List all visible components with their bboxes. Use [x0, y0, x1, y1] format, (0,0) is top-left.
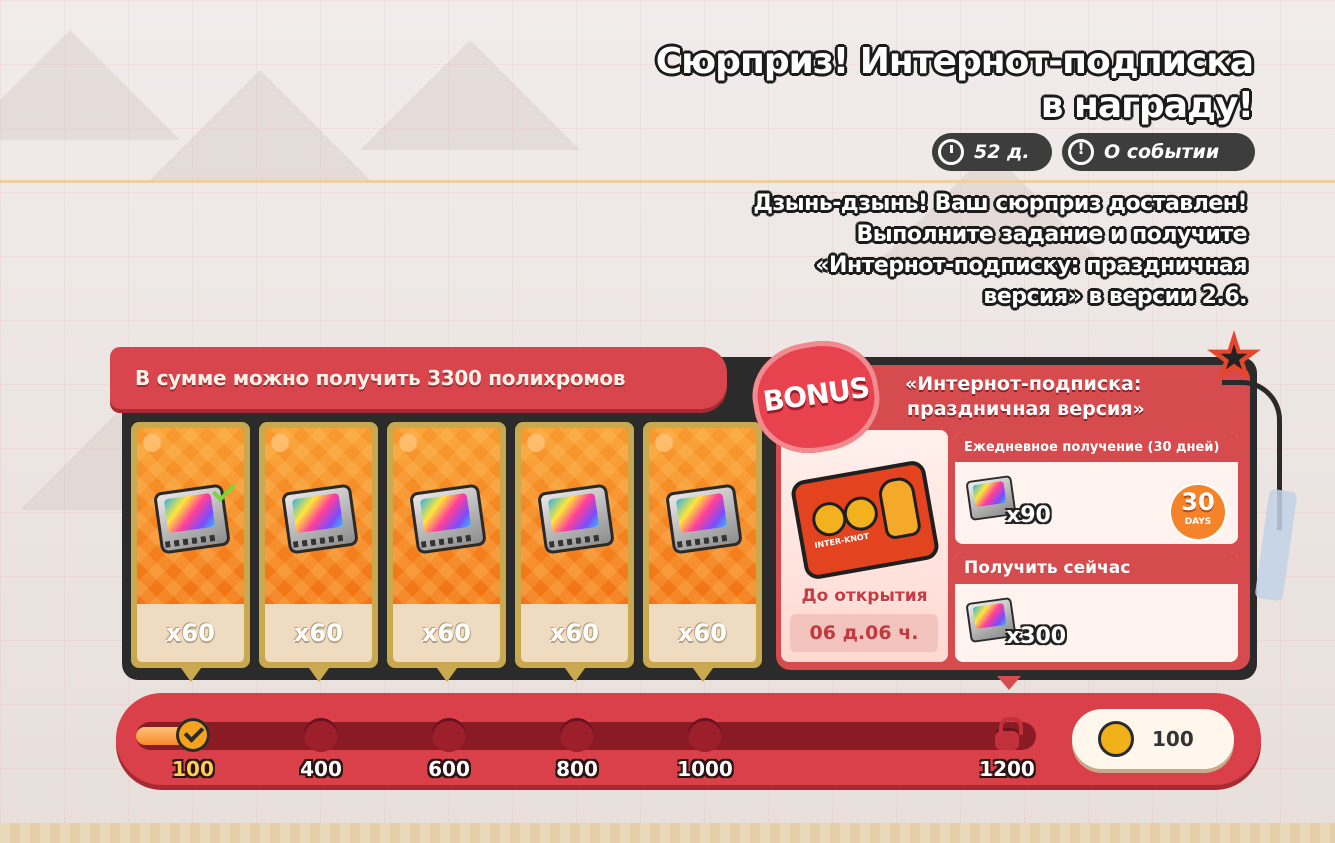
instant-reward-header: Получить сейчас — [955, 552, 1238, 584]
days-badge: 30 DAYS — [1168, 482, 1228, 542]
daily-reward-header: Ежедневное получение (30 дней) — [955, 432, 1238, 462]
polychrome-film-icon — [409, 483, 487, 555]
bonus-title: «Интернот-подписка: праздничная версия» — [905, 372, 1205, 422]
smiley-icon — [655, 434, 673, 452]
timer-pill: 52 д. — [932, 133, 1052, 171]
polychrome-film-icon — [281, 483, 359, 555]
event-title-line1: Сюрприз! Интернот-подписка — [655, 41, 1254, 82]
bottom-strip — [0, 823, 1335, 843]
days-word: DAYS — [1184, 517, 1212, 527]
event-coin-icon — [1098, 721, 1134, 757]
reward-card[interactable]: x60 — [515, 422, 634, 682]
reward-amount: x60 — [265, 604, 372, 662]
open-countdown-time: 06 д.06 ч. — [790, 614, 938, 652]
card-pointer — [180, 668, 201, 682]
description-line: Выполните задание и получите — [856, 222, 1247, 247]
bg-shape — [360, 40, 580, 150]
event-description: Дзынь-дзынь! Ваш сюрприз доставлен! Выпо… — [753, 188, 1247, 312]
total-rewards-text: В сумме можно получить 3300 полихромов — [135, 366, 626, 390]
timer-text: 52 д. — [974, 141, 1030, 163]
inter-knot-chest-icon: INTER-KNOT — [789, 458, 941, 582]
days-number: 30 — [1181, 488, 1215, 516]
event-points-counter[interactable]: 100 — [1072, 709, 1234, 769]
reward-cards: x60 x60 x60 x60 x60 — [131, 422, 762, 682]
instant-reward-amount: x300 — [1006, 624, 1067, 649]
milestone-label: 400 — [300, 757, 342, 781]
event-points-value: 100 — [1152, 727, 1194, 751]
reward-amount: x60 — [137, 604, 244, 662]
clock-icon — [938, 139, 964, 165]
polychrome-film-icon — [665, 483, 743, 555]
milestone-node[interactable] — [560, 718, 594, 752]
reward-card[interactable]: x60 — [131, 422, 250, 682]
milestone-check-icon[interactable] — [176, 718, 210, 752]
daily-reward-amount: x90 — [1006, 503, 1051, 528]
milestone-label: 1000 — [677, 757, 733, 781]
polychrome-film-icon — [537, 483, 615, 555]
bonus-title-line2: праздничная версия» — [907, 398, 1145, 420]
card-pointer — [692, 668, 713, 682]
milestone-lock-icon[interactable] — [995, 717, 1023, 750]
description-line: версия» в версии 2.6. — [983, 284, 1247, 309]
smiley-icon — [271, 434, 289, 452]
card-pointer — [308, 668, 329, 682]
smiley-icon — [399, 434, 417, 452]
reward-card[interactable]: x60 — [259, 422, 378, 682]
bonus-pointer — [997, 676, 1021, 690]
reward-amount: x60 — [521, 604, 628, 662]
bonus-title-line1: «Интернот-подписка: — [905, 373, 1142, 395]
card-pointer — [564, 668, 585, 682]
about-event-label: О событии — [1104, 141, 1220, 163]
event-title: Сюрприз! Интернот-подписка в награду! — [655, 40, 1254, 128]
about-event-button[interactable]: О событии — [1062, 133, 1255, 171]
event-title-line2: в награду! — [1040, 85, 1254, 126]
milestone-node[interactable] — [688, 718, 722, 752]
star-charm-icon — [1206, 330, 1268, 392]
bg-stripe — [0, 180, 1335, 183]
reward-card[interactable]: x60 — [643, 422, 762, 682]
info-icon — [1068, 139, 1094, 165]
reward-card[interactable]: x60 — [387, 422, 506, 682]
milestone-label: 1200 — [979, 757, 1035, 781]
description-line: «Интернот-подписку: праздничная — [815, 253, 1247, 278]
description-line: Дзынь-дзынь! Ваш сюрприз доставлен! — [753, 191, 1247, 216]
reward-amount: x60 — [649, 604, 756, 662]
open-countdown-label: До открытия — [801, 586, 928, 606]
milestone-node[interactable] — [432, 718, 466, 752]
smiley-icon — [143, 434, 161, 452]
bonus-badge: BONUS — [744, 331, 888, 463]
milestone-label: 600 — [428, 757, 470, 781]
subscription-chest-card[interactable]: INTER-KNOT До открытия 06 д.06 ч. — [781, 430, 948, 662]
milestone-node[interactable] — [304, 718, 338, 752]
reward-amount: x60 — [393, 604, 500, 662]
milestone-label: 800 — [556, 757, 598, 781]
milestone-label: 100 — [172, 757, 214, 781]
bg-shape — [150, 70, 370, 180]
total-rewards-banner: В сумме можно получить 3300 полихромов — [110, 347, 727, 409]
card-pointer — [436, 668, 457, 682]
smiley-icon — [527, 434, 545, 452]
